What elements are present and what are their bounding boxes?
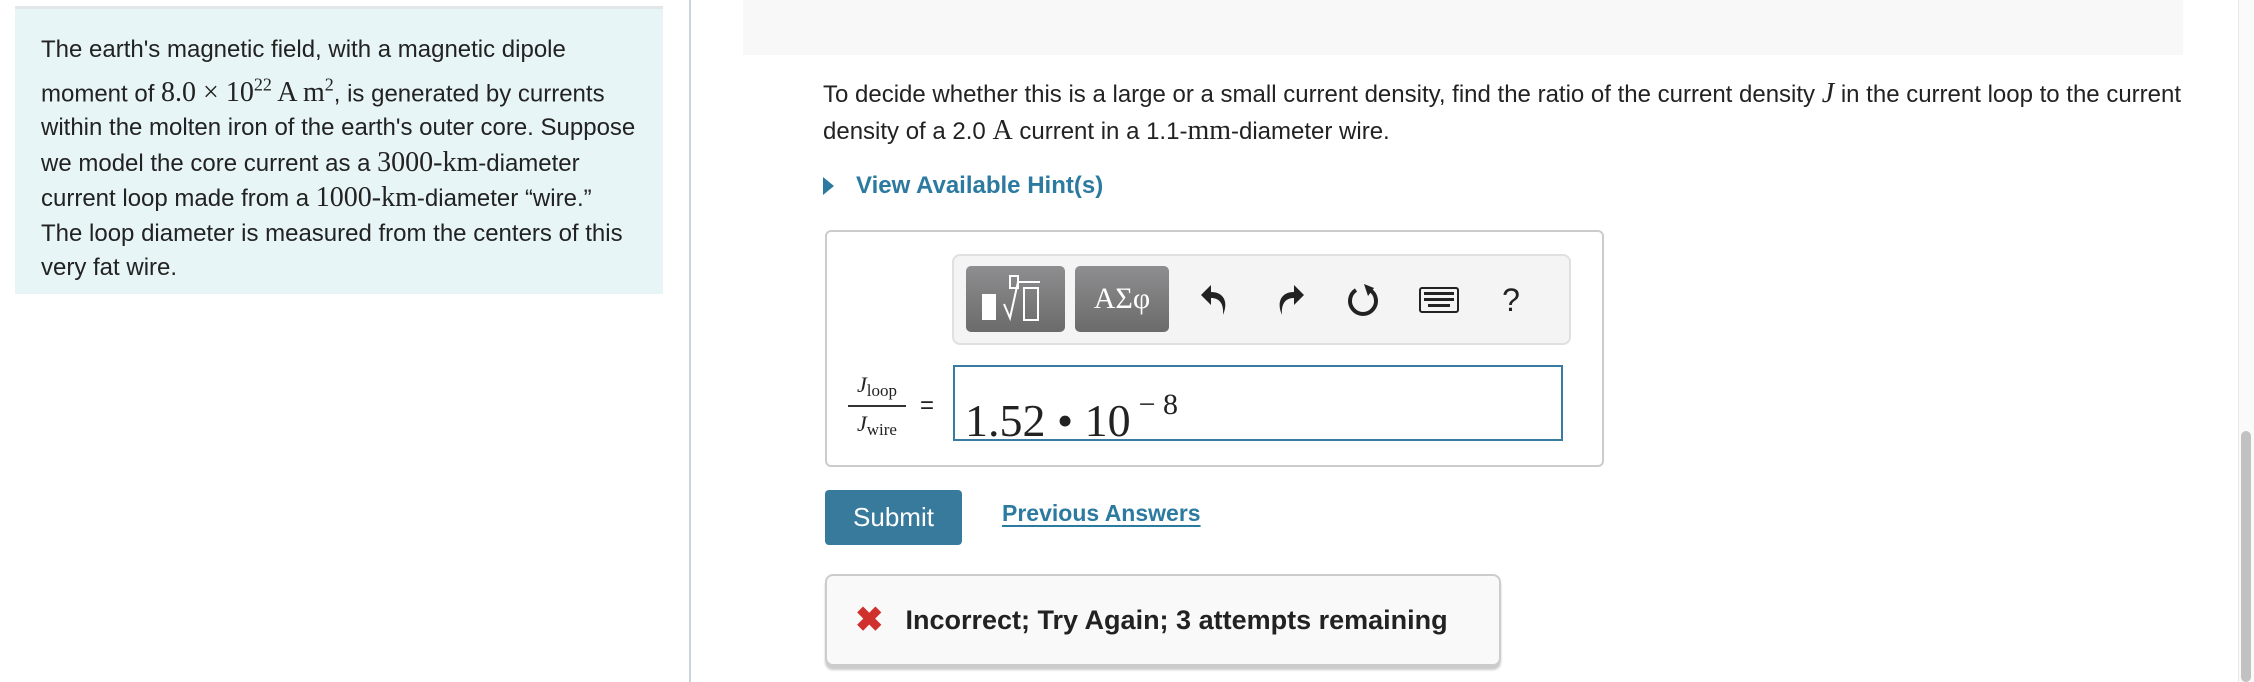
numerator: Jloop [848, 372, 906, 407]
x-icon: ✖ [855, 601, 884, 639]
redo-icon[interactable] [1269, 278, 1313, 322]
feedback-text: Incorrect; Try Again; 3 attempts remaini… [905, 604, 1448, 635]
unit-amp: A [992, 115, 1013, 146]
j-symbol: J [857, 411, 867, 436]
unit-exponent: 2 [324, 74, 334, 95]
wire-diameter: 1000-km [315, 182, 417, 214]
problem-statement: The earth's magnetic field, with a magne… [15, 6, 663, 294]
answer-mantissa: 1.52 • 10 [965, 395, 1131, 446]
part-header-bar [743, 0, 2183, 55]
panel-divider [689, 0, 691, 682]
submit-button[interactable]: Submit [825, 490, 962, 545]
dipole-exponent: 22 [253, 74, 272, 95]
variable-j: J [1821, 78, 1835, 109]
help-button[interactable]: ? [1489, 278, 1533, 322]
reset-icon[interactable] [1341, 278, 1385, 322]
hint-label: View Available Hint(s) [856, 172, 1104, 199]
question-part: -diameter wire. [1231, 118, 1390, 145]
dipole-moment: 8.0 × 1022 A m2 [161, 74, 334, 108]
previous-answers-link[interactable]: Previous Answers [1002, 500, 1201, 527]
caret-right-icon [823, 177, 834, 195]
question-text: To decide whether this is a large or a s… [823, 76, 2183, 150]
math-toolbar: ΑΣφ ? [952, 254, 1571, 345]
answer-label-fraction: Jloop Jwire [848, 372, 906, 440]
dipole-unit: A m [271, 76, 325, 108]
loop-diameter: 3000-km [377, 146, 479, 178]
scrollbar-thumb[interactable] [2241, 431, 2251, 682]
answer-input[interactable]: 1.52 • 10− 8 [953, 365, 1563, 446]
greek-symbols-button[interactable]: ΑΣφ [1075, 266, 1169, 332]
templates-button[interactable] [966, 266, 1065, 332]
unit-mm: mm [1187, 115, 1231, 146]
dipole-value: 8.0 × 10 [161, 76, 254, 108]
view-hints-toggle[interactable]: View Available Hint(s) [823, 172, 1103, 200]
undo-icon[interactable] [1192, 278, 1236, 322]
denominator: Jwire [848, 407, 906, 440]
wire-subscript: wire [866, 420, 897, 439]
keyboard-icon[interactable] [1417, 278, 1461, 322]
loop-subscript: loop [866, 381, 897, 400]
j-symbol: J [857, 372, 867, 397]
question-part: To decide whether this is a large or a s… [823, 81, 1822, 108]
question-part: current in a 1.1- [1012, 118, 1188, 145]
answer-exponent: − 8 [1138, 388, 1179, 421]
fraction-root-icon [981, 275, 1040, 322]
equals-sign: = [920, 392, 935, 419]
feedback-message: ✖ Incorrect; Try Again; 3 attempts remain… [825, 574, 1501, 666]
